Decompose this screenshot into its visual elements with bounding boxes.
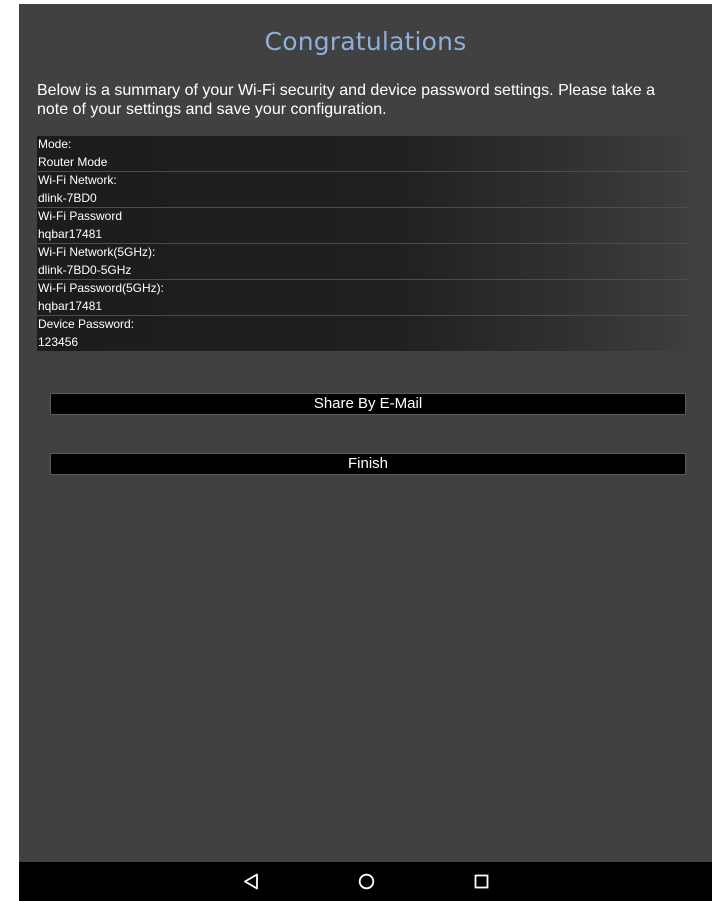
setting-mode: Mode: Router Mode [37, 136, 688, 172]
setup-complete-screen: Congratulations Below is a summary of yo… [19, 4, 712, 901]
setting-value: dlink-7BD0-5GHz [38, 262, 132, 277]
setting-device-password: Device Password: 123456 [37, 316, 688, 351]
finish-button[interactable]: Finish [50, 453, 686, 475]
setting-value: hqbar17481 [38, 226, 103, 241]
back-triangle-icon[interactable] [231, 862, 271, 901]
setting-value: hqbar17481 [38, 298, 103, 313]
setting-label: Wi-Fi Password [38, 209, 123, 223]
setting-wifi-network-5ghz: Wi-Fi Network(5GHz): dlink-7BD0-5GHz [37, 244, 688, 280]
setting-label: Mode: [38, 137, 72, 151]
recent-apps-square-icon[interactable] [461, 862, 501, 901]
setting-label: Wi-Fi Network(5GHz): [38, 245, 156, 259]
share-by-email-button[interactable]: Share By E-Mail [50, 393, 686, 415]
setting-label: Wi-Fi Password(5GHz): [38, 281, 165, 295]
setting-wifi-network: Wi-Fi Network: dlink-7BD0 [37, 172, 688, 208]
setting-value: Router Mode [38, 154, 108, 169]
page-title: Congratulations [264, 27, 467, 56]
setting-value: dlink-7BD0 [38, 190, 97, 205]
setting-value: 123456 [38, 334, 79, 349]
setting-label: Wi-Fi Network: [38, 173, 117, 187]
android-navigation-bar [19, 862, 712, 901]
setting-wifi-password: Wi-Fi Password hqbar17481 [37, 208, 688, 244]
setting-label: Device Password: [38, 317, 135, 331]
setting-wifi-password-5ghz: Wi-Fi Password(5GHz): hqbar17481 [37, 280, 688, 316]
home-circle-icon[interactable] [346, 862, 386, 901]
summary-text: Below is a summary of your Wi-Fi securit… [37, 82, 656, 118]
settings-summary-table: Mode: Router Mode Wi-Fi Network: dlink-7… [37, 136, 688, 351]
